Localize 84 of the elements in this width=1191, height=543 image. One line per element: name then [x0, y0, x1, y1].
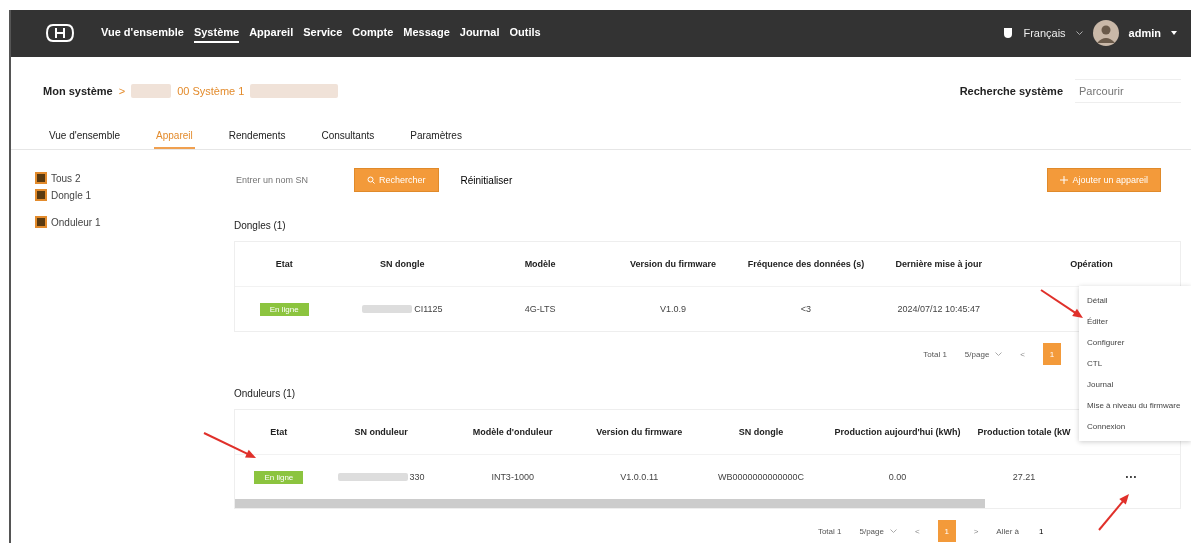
- total-count: Total 1: [817, 526, 842, 536]
- reset-button[interactable]: Réinitialiser: [454, 173, 519, 187]
- page-size-selector[interactable]: 5/page: [859, 526, 884, 536]
- tab[interactable]: Paramètres: [408, 124, 464, 149]
- search-icon: [367, 176, 375, 184]
- menu-item[interactable]: Détail: [1079, 290, 1191, 311]
- column-header: SN onduleur: [353, 427, 409, 437]
- tab[interactable]: Rendements: [226, 124, 288, 149]
- section-title: Onduleurs (1): [234, 388, 297, 399]
- annotation-arrow: [1040, 289, 1083, 318]
- breadcrumb-current: 00 Système 1: [177, 85, 245, 98]
- page-size-selector[interactable]: 5/page: [964, 349, 990, 359]
- breadcrumb-link[interactable]: Mon système: [43, 85, 113, 98]
- table-cell: V1.0.9: [660, 304, 687, 314]
- tree-item[interactable]: Dongle 1: [51, 189, 92, 201]
- column-header: Version du firmware: [629, 259, 718, 269]
- nav-item[interactable]: Journal: [459, 23, 500, 44]
- menu-item[interactable]: Connexion: [1079, 416, 1191, 437]
- checkbox[interactable]: [35, 172, 47, 184]
- table-cell: CI1125: [414, 304, 443, 314]
- menu-item[interactable]: Journal: [1079, 374, 1191, 395]
- annotation-arrow: [1098, 494, 1129, 531]
- table-cell: 4G-LTS: [524, 304, 556, 314]
- menu-item[interactable]: Éditer: [1079, 311, 1191, 332]
- language-selector[interactable]: Français: [1023, 27, 1066, 40]
- more-button[interactable]: ···: [1125, 470, 1138, 484]
- nav-item[interactable]: Système: [193, 23, 240, 44]
- prev-page-button[interactable]: <: [914, 526, 920, 536]
- plus-icon: [1060, 176, 1069, 184]
- caret-icon[interactable]: [1075, 31, 1083, 36]
- table-cell: 2024/07/12 10:45:47: [897, 304, 981, 314]
- column-header: SN dongle: [379, 259, 426, 269]
- column-header: Modèle: [523, 259, 557, 269]
- menu-item[interactable]: Mise à niveau du firmware: [1079, 395, 1191, 416]
- status-badge: En ligne: [254, 470, 304, 484]
- annotation-arrow: [203, 432, 256, 458]
- prev-page-button[interactable]: <: [1020, 349, 1025, 359]
- checkbox[interactable]: [35, 216, 47, 228]
- column-header: Production totale (kW: [976, 427, 1072, 437]
- redaction-block: [131, 84, 172, 99]
- column-header: Modèle d'onduleur: [471, 427, 554, 437]
- goto-label: Aller à: [996, 526, 1019, 536]
- next-page-button[interactable]: >: [973, 526, 979, 536]
- table-cell: <3: [800, 304, 812, 314]
- section-title: Dongles (1): [234, 220, 287, 231]
- table-cell: WB0000000000000C: [718, 472, 805, 482]
- table-cell: V1.0.0.11: [620, 472, 659, 482]
- tree-item[interactable]: Tous 2: [51, 172, 81, 184]
- nav-item[interactable]: Appareil: [249, 23, 294, 44]
- tree-item[interactable]: Onduleur 1: [51, 216, 101, 228]
- table-cell: 330: [409, 472, 425, 482]
- column-header: Fréquence des données (s): [746, 259, 866, 269]
- redaction-block: [337, 473, 408, 481]
- total-count: Total 1: [923, 349, 947, 359]
- table-cell: 27.21: [1012, 472, 1036, 482]
- column-header: Etat: [269, 427, 289, 437]
- search-field[interactable]: Parcourir: [1075, 79, 1181, 104]
- user-menu[interactable]: admin: [1128, 27, 1161, 40]
- table-cell: INT3-1000: [491, 472, 534, 482]
- tab[interactable]: Vue d'ensemble: [47, 124, 123, 149]
- menu-item[interactable]: Configurer: [1079, 332, 1191, 353]
- tab[interactable]: Consultants: [319, 124, 377, 149]
- column-header: Version du firmware: [595, 427, 684, 437]
- shield-icon[interactable]: [1003, 27, 1014, 40]
- status-badge: En ligne: [259, 302, 309, 316]
- column-header: Opération: [1069, 259, 1114, 269]
- scrollbar[interactable]: [235, 499, 985, 508]
- nav-item[interactable]: Compte: [352, 23, 394, 44]
- column-header: SN dongle: [737, 427, 785, 437]
- menu-item[interactable]: CTL: [1079, 353, 1191, 374]
- nav-item[interactable]: Vue d'ensemble: [101, 23, 184, 44]
- avatar-icon[interactable]: [1092, 20, 1119, 47]
- search-label: Recherche système: [959, 85, 1063, 98]
- column-header: Production aujourd'hui (kWh): [833, 427, 962, 437]
- nav-item[interactable]: Message: [403, 23, 450, 44]
- nav-item[interactable]: Service: [303, 23, 343, 44]
- nav-item[interactable]: Outils: [509, 23, 541, 44]
- table-cell: 0.00: [888, 472, 907, 482]
- column-header: Dernière mise à jour: [894, 259, 984, 269]
- dropdown-icon[interactable]: [1171, 31, 1177, 36]
- column-header: Etat: [274, 259, 294, 269]
- checkbox[interactable]: [35, 189, 47, 201]
- breadcrumb-separator: >: [118, 85, 126, 98]
- redaction-block: [362, 305, 413, 313]
